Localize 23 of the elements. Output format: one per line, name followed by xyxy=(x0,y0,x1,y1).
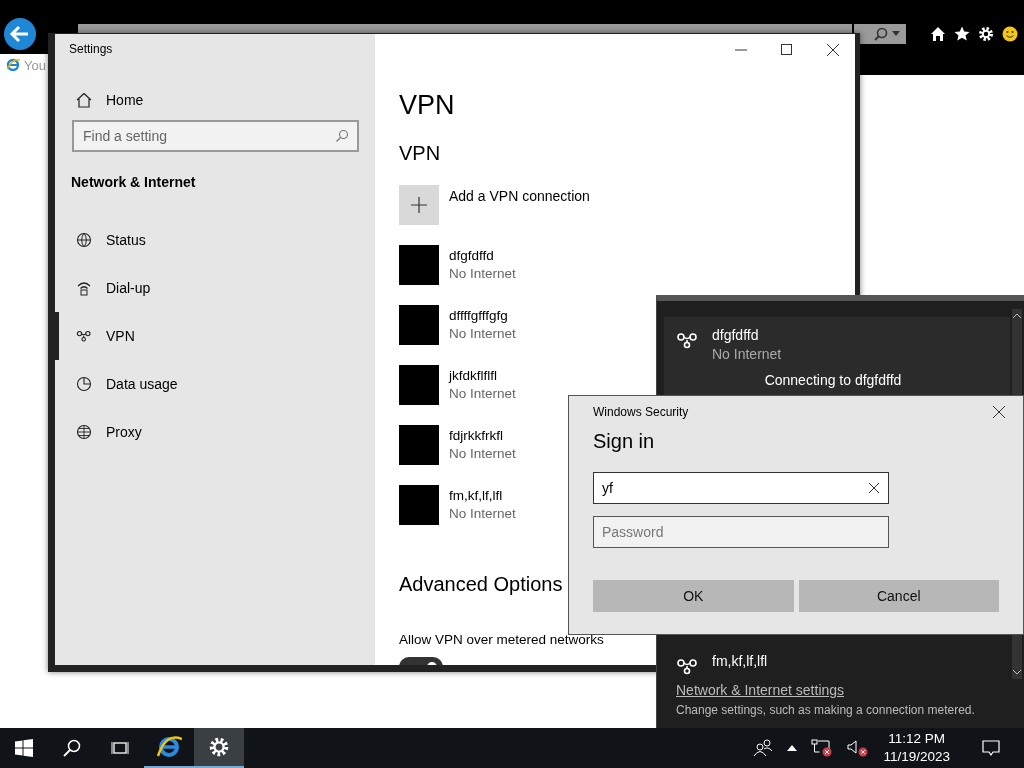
connection-status: No Internet xyxy=(449,446,516,461)
section-heading: Advanced Options xyxy=(399,573,563,596)
connection-name: jkfdkflflfl xyxy=(449,368,498,383)
option-label: Allow VPN over metered networks xyxy=(399,632,604,647)
connection-name: dffffgfffgfg xyxy=(449,308,509,323)
section-heading: Network & Internet xyxy=(70,174,197,190)
network-name: dfgfdffd xyxy=(712,327,760,343)
dialog-heading: Sign in xyxy=(593,430,656,454)
connecting-message: Connecting to dfgfdffd xyxy=(763,372,903,388)
connection-status: No Internet xyxy=(449,326,516,341)
connection-status: No Internet xyxy=(449,386,516,401)
connection-name: dfgfdffd xyxy=(449,248,495,263)
window-title: Settings xyxy=(68,42,114,58)
page-title: VPN xyxy=(399,90,455,122)
connection-status: No Internet xyxy=(449,506,516,521)
connection-name: fm,kf,lf,lfl xyxy=(449,488,504,503)
connection-name: fdjrkkfrkfl xyxy=(449,428,504,443)
connection-status: No Internet xyxy=(449,266,516,281)
network-status: No Internet xyxy=(712,346,782,362)
dialog-title: Windows Security xyxy=(593,405,689,419)
section-heading: VPN xyxy=(399,142,441,165)
settings-hint: Change settings, such as making a connection metered. xyxy=(676,703,976,717)
network-name: fm,kf,lf,lfl xyxy=(712,653,768,669)
